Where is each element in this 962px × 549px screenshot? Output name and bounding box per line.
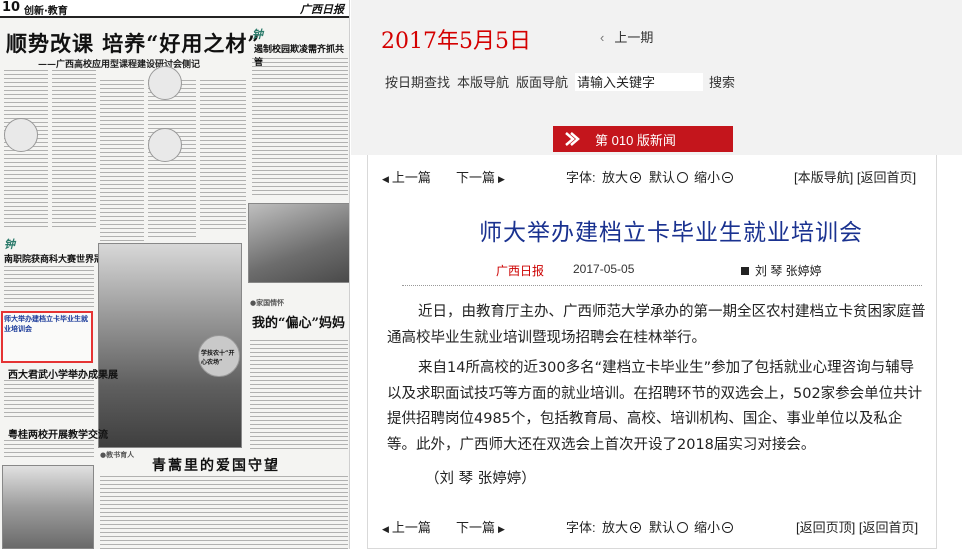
next-article-label: 下一篇 [456, 170, 496, 185]
paper-section-name: 创新·教育 [24, 6, 68, 17]
font-enlarge-button[interactable]: 放大 [602, 517, 642, 536]
epaper-viewer: 10 创新·教育 广西日报 顺势改课 培养“好用之材” ——广西高校应用型课程建… [0, 0, 962, 549]
prev-issue-label: 上一期 [614, 30, 654, 45]
paper-text-column [100, 80, 144, 250]
bottom-links[interactable]: [返回页顶] [返回首页] [796, 517, 918, 536]
prev-article-label: 上一篇 [391, 170, 431, 185]
article-toolbar-bottom: ◀ 上一篇 下一篇 ▶ 字体: 放大 默认 缩小 [返回页顶] [返回首页] [368, 517, 938, 537]
divider [402, 285, 922, 286]
paper-text-column [4, 266, 94, 308]
paper-text-column [4, 380, 94, 420]
paper-photo-students [248, 203, 349, 283]
prev-article-link[interactable]: ◀ 上一篇 [382, 517, 431, 536]
article-panel: ◀ 上一篇 下一篇 ▶ 字体: 放大 默认 缩小 [本版导航] [返回首页] 师大举… [367, 155, 937, 549]
font-enlarge-button[interactable]: 放大 [602, 167, 642, 186]
paper-badge-text: 学技农十“开心农场” [201, 350, 235, 366]
paper-column-tag: 钟 [4, 238, 15, 251]
font-size-label: 字体: [566, 520, 596, 535]
article-paragraph: （刘 琴 张婷婷） [425, 471, 536, 487]
triangle-right-icon: ▶ [498, 174, 505, 184]
top-links[interactable]: [本版导航] [返回首页] [794, 167, 916, 186]
paper-page-number: 10 [2, 0, 21, 15]
paper-section-circle [4, 118, 38, 152]
font-shrink-button[interactable]: 缩小 [694, 517, 734, 536]
highlighted-article-title: 师大举办建档立卡毕业生就业培训会 [4, 315, 88, 333]
article-source: 广西日报 [496, 264, 545, 278]
article-paragraph: 近日，由教育厅主办、广西师范大学承办的第一期全区农村建档立卡贫困家庭普通高校毕业… [387, 304, 926, 346]
paper-text-column [4, 440, 94, 460]
paper-lower-headline-1[interactable]: 西大君武小学举办成果展 [8, 366, 118, 381]
font-size-label: 字体: [566, 170, 596, 185]
page-banner-label: 第 010 版新闻 [595, 133, 676, 148]
article-author-name: 刘 琴 张婷婷 [755, 264, 822, 278]
zoom-out-icon [722, 522, 734, 533]
issue-date-title: 2017年5月5日 [381, 29, 531, 54]
zoom-in-icon [630, 522, 642, 533]
triangle-left-icon: ◀ [382, 174, 389, 184]
chevron-left-icon: ‹ [600, 30, 605, 45]
font-default-label: 默认 [649, 170, 676, 185]
paper-text-column [52, 70, 96, 230]
paper-column-label: ●家国情怀 [250, 298, 285, 307]
font-enlarge-label: 放大 [602, 170, 629, 185]
nav-layout-nav[interactable]: 版面导航 [516, 72, 568, 91]
font-default-label: 默认 [649, 520, 676, 535]
circle-icon [677, 522, 689, 533]
paper-mid-left-headline[interactable]: 南职院获商科大赛世界冠军 [4, 252, 112, 265]
paper-subheadline: ——广西高校应用型课程建设研讨会侧记 [38, 60, 201, 70]
zoom-in-icon [630, 172, 642, 183]
article-toolbar-top: ◀ 上一篇 下一篇 ▶ 字体: 放大 默认 缩小 [本版导航] [返回首页] [368, 167, 938, 187]
font-default-button[interactable]: 默认 [649, 517, 689, 536]
paper-top-bar: 10 创新·教育 广西日报 [0, 0, 349, 18]
next-article-link[interactable]: 下一篇 ▶ [456, 517, 508, 536]
prev-article-link[interactable]: ◀ 上一篇 [382, 167, 431, 186]
paper-photo-bottom [2, 465, 94, 549]
paper-main-headline[interactable]: 顺势改课 培养“好用之材” [6, 28, 260, 58]
font-shrink-button[interactable]: 缩小 [694, 167, 734, 186]
triangle-left-icon: ◀ [382, 524, 389, 534]
article-paragraph: 来自14所高校的近300多名“建档立卡毕业生”参加了包括就业心理咨询与辅导以及求… [387, 360, 923, 453]
font-default-button[interactable]: 默认 [649, 167, 689, 186]
font-shrink-label: 缩小 [694, 520, 721, 535]
nav-page-nav[interactable]: 本版导航 [457, 72, 509, 91]
font-shrink-label: 缩小 [694, 170, 721, 185]
search-button[interactable]: 搜索 [709, 72, 735, 91]
article-title: 师大举办建档立卡毕业生就业培训会 [479, 220, 863, 246]
paper-section-circle [148, 66, 182, 100]
search-input[interactable] [575, 72, 704, 91]
arrow-right-icon [565, 132, 580, 146]
paper-masthead: 广西日报 [300, 3, 344, 16]
font-enlarge-label: 放大 [602, 520, 629, 535]
article-author: 刘 琴 张婷婷 [741, 262, 822, 279]
triangle-right-icon: ▶ [498, 524, 505, 534]
paper-text-column [200, 80, 246, 230]
nav-by-date[interactable]: 按日期查找 [385, 72, 450, 91]
newspaper-page-thumbnail[interactable]: 10 创新·教育 广西日报 顺势改课 培养“好用之材” ——广西高校应用型课程建… [0, 0, 350, 549]
paper-column-tag: 钟 [252, 28, 263, 41]
header-nav: 按日期查找 本版导航 版面导航 搜索 [385, 72, 742, 91]
circle-icon [677, 172, 689, 183]
paper-text-column [252, 58, 348, 198]
prev-article-label: 上一篇 [391, 520, 431, 535]
page-banner: 第 010 版新闻 [553, 126, 733, 152]
paper-text-column [100, 476, 348, 549]
paper-lower-headline-2[interactable]: 粤桂两校开展教学交流 [8, 426, 108, 441]
paper-section-circle [148, 128, 182, 162]
article-date: 2017-05-05 [573, 262, 635, 276]
paper-text-column [250, 340, 348, 450]
square-icon [741, 267, 749, 275]
next-article-label: 下一篇 [456, 520, 496, 535]
prev-issue-link[interactable]: ‹ 上一期 [600, 27, 653, 46]
paper-feature-headline[interactable]: 我的“偏心”妈妈 [252, 312, 345, 331]
paper-bottom-headline[interactable]: 青蒿里的爱国守望 [152, 455, 280, 475]
zoom-out-icon [722, 172, 734, 183]
next-article-link[interactable]: 下一篇 ▶ [456, 167, 508, 186]
paper-column-label: ●教书育人 [100, 450, 135, 459]
